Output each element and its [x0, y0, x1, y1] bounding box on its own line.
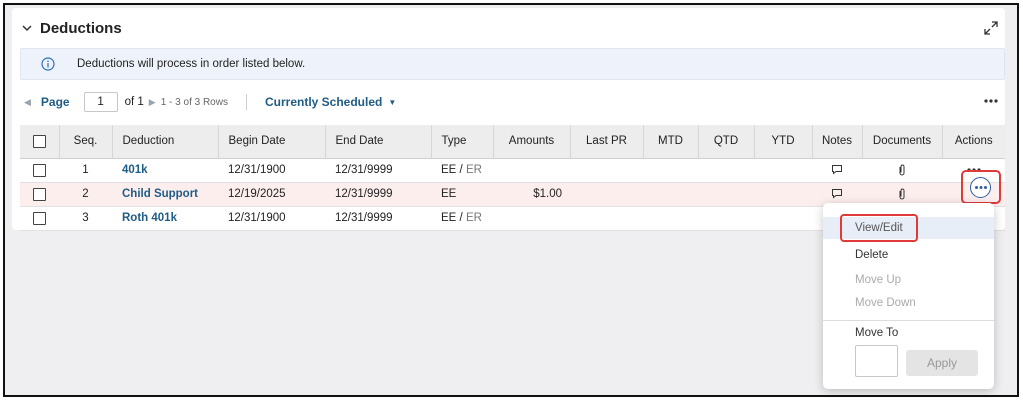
- row-mtd: [643, 182, 698, 207]
- header-documents: Documents: [862, 125, 943, 159]
- row-notes[interactable]: [812, 158, 862, 183]
- header-amounts[interactable]: Amounts: [493, 125, 571, 159]
- type-er: ER: [465, 212, 482, 224]
- pager-divider: [245, 94, 247, 110]
- row-seq: 2: [59, 182, 112, 207]
- row-type: EE / ER: [431, 206, 493, 231]
- header-mtd[interactable]: MTD: [643, 125, 699, 159]
- row-type: EE / ER: [431, 158, 493, 183]
- deduction-link[interactable]: Roth 401k: [122, 212, 177, 224]
- header-type[interactable]: Type: [431, 125, 494, 159]
- info-icon: [41, 57, 55, 71]
- row-select[interactable]: [20, 206, 59, 231]
- more-horizontal-icon[interactable]: [974, 185, 988, 190]
- row-qtd: [698, 182, 754, 207]
- header-end-date[interactable]: End Date: [325, 125, 432, 159]
- header-actions: Actions: [942, 125, 1005, 159]
- row-ytd: [754, 158, 812, 183]
- page-label: Page: [40, 95, 70, 109]
- prev-page-icon[interactable]: ◀: [24, 97, 31, 108]
- rows-count: 1 - 3 of 3 Rows: [160, 96, 228, 108]
- row-amount: [493, 158, 570, 183]
- paperclip-icon[interactable]: [897, 164, 907, 176]
- row-begin-date: 12/19/2025: [218, 182, 325, 207]
- row-select[interactable]: [20, 182, 59, 207]
- comment-icon[interactable]: [831, 188, 843, 200]
- row-type: EE: [431, 182, 493, 207]
- comment-icon[interactable]: [831, 164, 843, 176]
- header-ytd[interactable]: YTD: [754, 125, 813, 159]
- type-separator: /: [456, 164, 466, 176]
- type-ee: EE: [441, 212, 457, 224]
- select-all-header[interactable]: [20, 125, 60, 159]
- view-edit-highlight: [840, 214, 918, 242]
- row-begin-date: 12/31/1900: [218, 158, 325, 183]
- select-all-checkbox[interactable]: [32, 134, 46, 148]
- row-checkbox[interactable]: [33, 187, 46, 201]
- row-last-pr: [570, 182, 643, 207]
- expand-icon[interactable]: [983, 20, 999, 36]
- move-to-input[interactable]: [855, 345, 898, 377]
- menu-move-up: Move Up: [855, 274, 902, 286]
- more-options-icon[interactable]: [983, 94, 999, 108]
- deduction-link[interactable]: 401k: [122, 164, 148, 176]
- row-end-date: 12/31/9999: [325, 206, 431, 231]
- row-last-pr: [570, 206, 643, 231]
- header-notes: Notes: [812, 125, 863, 159]
- header-qtd[interactable]: QTD: [698, 125, 755, 159]
- row-amount: $1.00: [493, 182, 570, 207]
- row-seq: 3: [59, 206, 112, 231]
- paperclip-icon[interactable]: [897, 188, 907, 200]
- row-begin-date: 12/31/1900: [218, 206, 325, 231]
- next-page-icon[interactable]: ▶: [149, 97, 156, 108]
- header-seq[interactable]: Seq.: [59, 125, 113, 159]
- header-begin-date[interactable]: Begin Date: [218, 125, 326, 159]
- row-deduction-link[interactable]: Roth 401k: [112, 206, 218, 231]
- row-mtd: [643, 206, 698, 231]
- row-seq: 1: [59, 158, 112, 183]
- row-ytd: [754, 182, 812, 207]
- row-documents[interactable]: [862, 158, 942, 183]
- deductions-card: Deductions Deductions will process in or…: [12, 8, 1005, 231]
- row-qtd: [698, 206, 754, 231]
- row-mtd: [643, 158, 698, 183]
- type-er: ER: [465, 164, 482, 176]
- page-input[interactable]: 1: [83, 92, 118, 112]
- row-deduction-link[interactable]: 401k: [112, 158, 218, 183]
- actions-menu-button[interactable]: [970, 177, 991, 198]
- row-last-pr: [570, 158, 643, 183]
- section-header[interactable]: Deductions: [20, 16, 122, 40]
- type-separator: /: [456, 212, 466, 224]
- type-ee: EE: [441, 164, 457, 176]
- row-checkbox[interactable]: [33, 211, 46, 225]
- row-ytd: [754, 206, 812, 231]
- apply-button[interactable]: Apply: [906, 350, 978, 376]
- menu-delete[interactable]: Delete: [823, 244, 994, 266]
- page-count: of 1: [124, 96, 144, 108]
- table-row[interactable]: 1 401k 12/31/1900 12/31/9999 EE / ER: [20, 158, 1005, 183]
- filter-dropdown[interactable]: Currently Scheduled: [265, 95, 382, 109]
- pager-bar: ◀ Page 1 of 1 ▶ 1 - 3 of 3 Rows Currentl…: [20, 90, 1005, 114]
- info-banner: Deductions will process in order listed …: [20, 48, 1005, 80]
- header-deduction[interactable]: Deduction: [112, 125, 219, 159]
- menu-divider: [823, 320, 994, 321]
- row-end-date: 12/31/9999: [325, 158, 431, 183]
- row-checkbox[interactable]: [33, 163, 46, 177]
- row-amount: [493, 206, 570, 231]
- section-title: Deductions: [40, 19, 122, 37]
- info-text: Deductions will process in order listed …: [77, 58, 306, 70]
- row-qtd: [698, 158, 754, 183]
- row-end-date: 12/31/9999: [325, 182, 431, 207]
- table-header-row: Seq. Deduction Begin Date End Date Type …: [20, 125, 1005, 159]
- caret-down-icon[interactable]: ▼: [388, 98, 396, 107]
- header-last-pr[interactable]: Last PR: [570, 125, 644, 159]
- row-select[interactable]: [20, 158, 59, 183]
- deduction-link[interactable]: Child Support: [122, 188, 198, 200]
- menu-move-down: Move Down: [855, 297, 916, 309]
- move-to-label: Move To: [855, 327, 899, 339]
- row-deduction-link[interactable]: Child Support: [112, 182, 218, 207]
- chevron-down-icon[interactable]: [20, 21, 34, 35]
- type-ee: EE: [441, 188, 457, 200]
